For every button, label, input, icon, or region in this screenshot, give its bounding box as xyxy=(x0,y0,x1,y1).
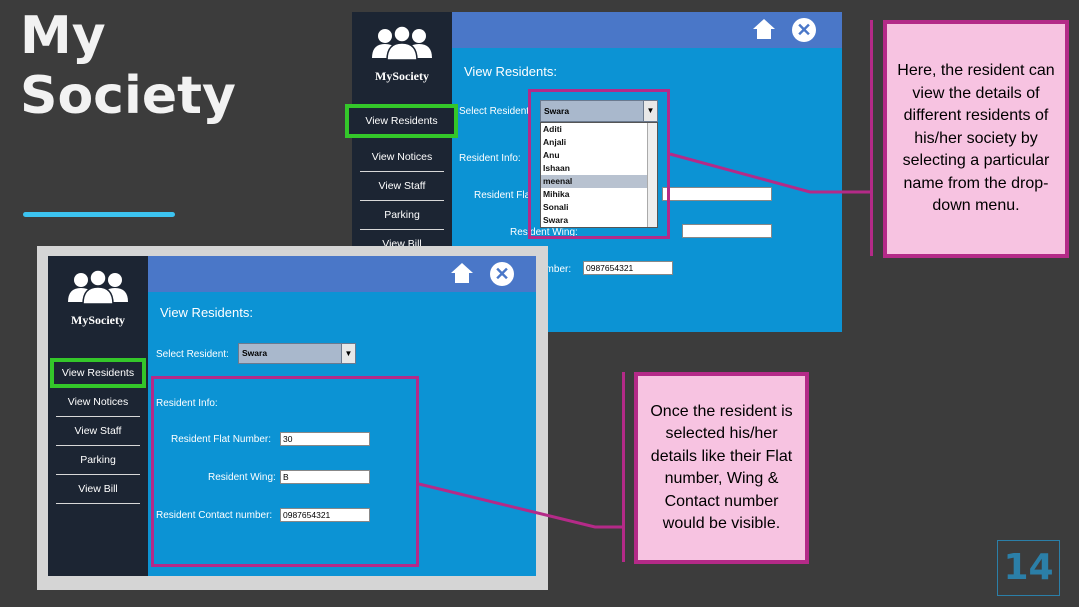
page-number: 14 xyxy=(997,540,1060,596)
callout-top: Here, the resident can view the details … xyxy=(883,20,1069,258)
callout-bottom: Once the resident is selected his/her de… xyxy=(634,372,809,564)
callout-bracket-top xyxy=(870,20,873,256)
callout-bottom-text: Once the resident is selected his/her de… xyxy=(650,402,793,533)
callout-bracket-bottom xyxy=(622,372,625,562)
callout-top-text: Here, the resident can view the details … xyxy=(897,62,1055,215)
